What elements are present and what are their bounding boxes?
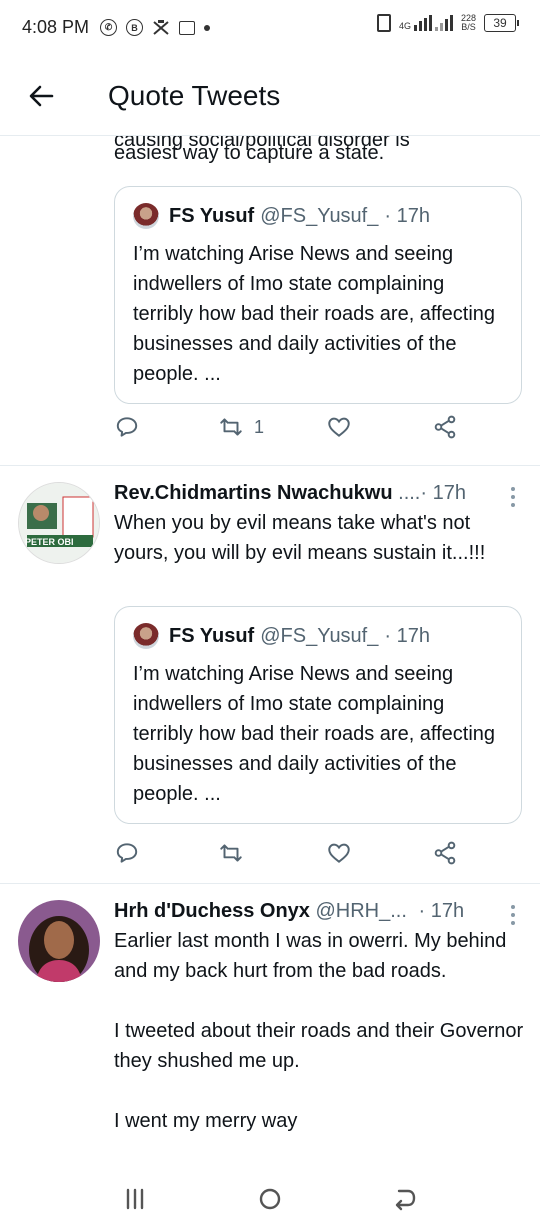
share-icon <box>434 841 456 865</box>
retweet-icon <box>220 844 242 862</box>
tweet-text: When you by evil means take what's not y… <box>114 512 486 564</box>
tweet-actions: 1 <box>114 412 474 442</box>
quoted-text: I’m watching Arise News and seeing indwe… <box>133 243 496 385</box>
tweet[interactable]: causing social/political disorder is eas… <box>0 136 540 466</box>
quoted-name: FS Yusuf <box>169 204 255 227</box>
more-options-icon[interactable] <box>510 486 516 508</box>
status-bar: 4:08 PM ✆ B 4G 228 B/S 39 <box>0 0 540 56</box>
like-button[interactable] <box>326 838 352 868</box>
avatar-image <box>19 483 99 563</box>
vibrate-icon <box>376 14 391 32</box>
quote-tweets-feed[interactable]: causing social/political disorder is eas… <box>0 136 540 1166</box>
battery-icon: 39 <box>484 14 519 32</box>
app-header: Quote Tweets <box>0 56 540 136</box>
back-nav-icon[interactable] <box>390 1184 420 1214</box>
comment-icon <box>116 417 138 437</box>
quoted-handle: @FS_Yusuf_ <box>260 204 379 227</box>
tweet-time: · 17h <box>418 900 465 922</box>
back-arrow-icon[interactable] <box>24 78 60 114</box>
tools-icon <box>153 19 169 35</box>
tweet-text: Earlier last month I was in owerri. My b… <box>114 930 524 1132</box>
more-notifications-dot <box>204 24 210 31</box>
tweet-author-handle: @HRH_... <box>315 900 407 922</box>
data-unit: B/S <box>461 22 476 32</box>
tweet-time: · 17h <box>420 482 466 504</box>
avatar[interactable] <box>18 900 100 982</box>
retweet-button[interactable] <box>218 838 254 868</box>
avatar[interactable]: PETER OBI <box>18 482 100 564</box>
avatar-image <box>18 900 100 982</box>
status-notification-icons: ✆ B <box>100 19 210 36</box>
more-options-icon[interactable] <box>510 904 516 926</box>
heart-icon <box>328 417 350 437</box>
status-time: 4:08 PM <box>22 17 90 37</box>
quoted-text: I’m watching Arise News and seeing indwe… <box>133 663 496 805</box>
share-button[interactable] <box>432 412 458 442</box>
share-button[interactable] <box>432 838 458 868</box>
page-title: Quote Tweets <box>108 80 281 111</box>
network-type: 4G <box>398 21 411 31</box>
quoted-time: · 17h <box>384 624 430 647</box>
quoted-name: FS Yusuf <box>169 624 255 647</box>
business-icon: B <box>126 19 143 36</box>
recent-apps-icon[interactable] <box>120 1184 150 1214</box>
avatar-text: PETER OBI <box>25 537 74 547</box>
tweet-text: easiest way to capture a state. <box>114 142 385 164</box>
quoted-tweet[interactable]: FS Yusuf @FS_Yusuf_ · 17h I’m watching A… <box>114 606 522 824</box>
home-icon[interactable] <box>255 1184 285 1214</box>
quoted-avatar <box>133 203 159 229</box>
quoted-tweet[interactable]: FS Yusuf @FS_Yusuf_ · 17h I’m watching A… <box>114 186 522 404</box>
comment-icon <box>116 843 138 863</box>
quoted-handle: @FS_Yusuf_ <box>260 624 379 647</box>
signal-icon <box>413 15 432 31</box>
heart-icon <box>328 843 350 863</box>
retweet-button[interactable]: 1 <box>218 412 264 442</box>
quoted-avatar <box>133 623 159 649</box>
tweet-author-name[interactable]: Hrh d'Duchess Onyx <box>114 900 310 922</box>
whatsapp-icon: ✆ <box>100 19 117 36</box>
message-icon <box>179 20 195 35</box>
retweet-count: 1 <box>254 416 265 437</box>
tweet[interactable]: Hrh d'Duchess Onyx @HRH_... · 17h Earlie… <box>0 884 540 1166</box>
reply-button[interactable] <box>114 412 140 442</box>
share-icon <box>434 415 456 439</box>
like-button[interactable] <box>326 412 352 442</box>
tweet-actions <box>114 838 474 868</box>
system-navigation-bar <box>0 1166 540 1230</box>
tweet-author-handle: .... <box>398 482 421 504</box>
reply-button[interactable] <box>114 838 140 868</box>
tweet-author-name[interactable]: Rev.Chidmartins Nwachukwu <box>114 482 393 504</box>
tweet[interactable]: PETER OBI Rev.Chidmartins Nwachukwu ....… <box>0 466 540 884</box>
battery-level: 39 <box>493 16 507 30</box>
quoted-time: · 17h <box>384 204 430 227</box>
signal-icon-2 <box>434 15 453 31</box>
retweet-icon <box>220 418 242 436</box>
